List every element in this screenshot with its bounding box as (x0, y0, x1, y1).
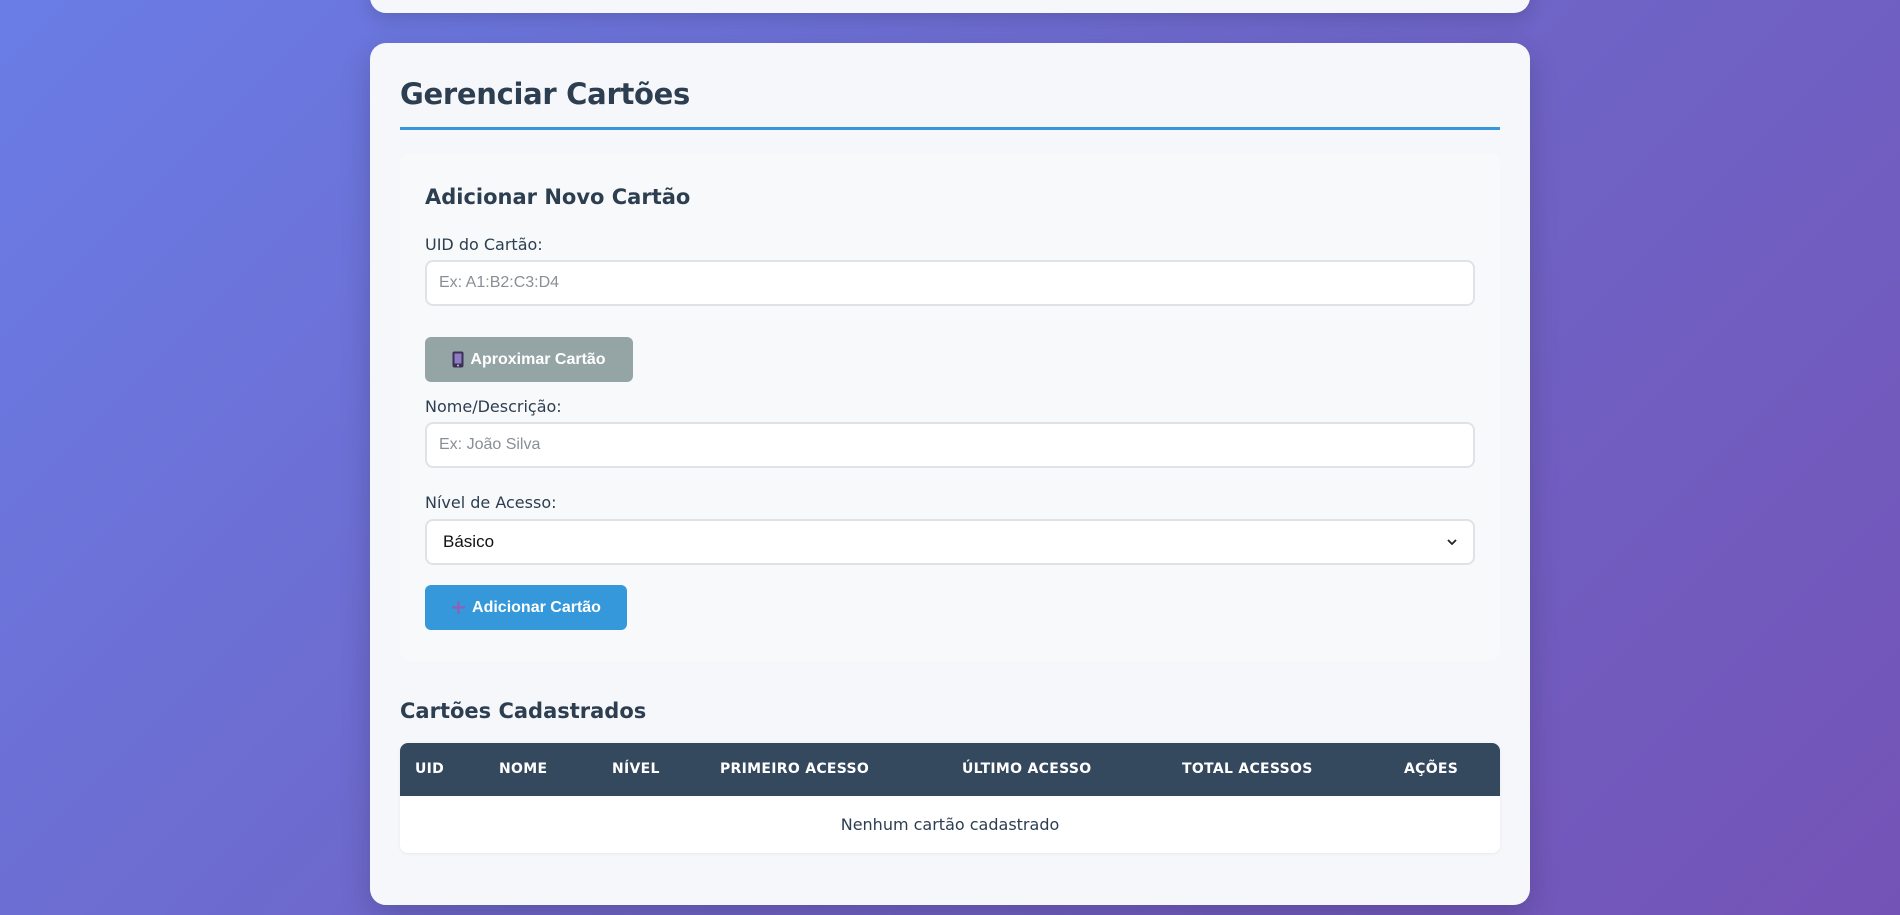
access-level-selected-value: Básico (443, 532, 495, 551)
manage-cards-panel: Gerenciar Cartões Adicionar Novo Cartão … (370, 43, 1530, 905)
add-card-form: Adicionar Novo Cartão UID do Cartão: Apr… (400, 153, 1500, 661)
add-card-button[interactable]: Adicionar Cartão (425, 585, 627, 630)
plus-icon (451, 600, 466, 615)
add-card-button-label: Adicionar Cartão (472, 598, 601, 616)
form-title: Adicionar Novo Cartão (425, 185, 691, 209)
registered-cards-table: UID NOME NÍVEL PRIMEIRO ACESSO ÚLTIMO AC… (400, 743, 1500, 853)
name-label: Nome/Descrição: (425, 397, 562, 416)
column-header-uid: UID (415, 761, 445, 777)
empty-table-message: Nenhum cartão cadastrado (840, 815, 1060, 834)
scan-card-button-label: Aproximar Cartão (470, 350, 606, 368)
name-input[interactable] (425, 422, 1475, 468)
column-header-first-access: PRIMEIRO ACESSO (720, 761, 870, 777)
uid-input[interactable] (425, 260, 1475, 306)
scan-card-button[interactable]: Aproximar Cartão (425, 337, 633, 382)
previous-section-card (370, 0, 1530, 13)
column-header-name: NOME (499, 761, 548, 777)
title-underline (400, 127, 1500, 130)
page-title: Gerenciar Cartões (400, 77, 690, 111)
column-header-actions: AÇÕES (1404, 761, 1459, 777)
mobile-phone-icon (452, 351, 464, 368)
uid-label: UID do Cartão: (425, 235, 543, 254)
registered-cards-title: Cartões Cadastrados (400, 699, 647, 723)
column-header-level: NÍVEL (612, 761, 660, 777)
access-level-select[interactable]: Básico (425, 519, 1475, 565)
chevron-down-icon (1447, 535, 1457, 549)
table-header: UID NOME NÍVEL PRIMEIRO ACESSO ÚLTIMO AC… (400, 743, 1500, 796)
column-header-total-accesses: TOTAL ACESSOS (1182, 761, 1313, 777)
column-header-last-access: ÚLTIMO ACESSO (962, 761, 1092, 777)
access-level-label: Nível de Acesso: (425, 493, 557, 512)
